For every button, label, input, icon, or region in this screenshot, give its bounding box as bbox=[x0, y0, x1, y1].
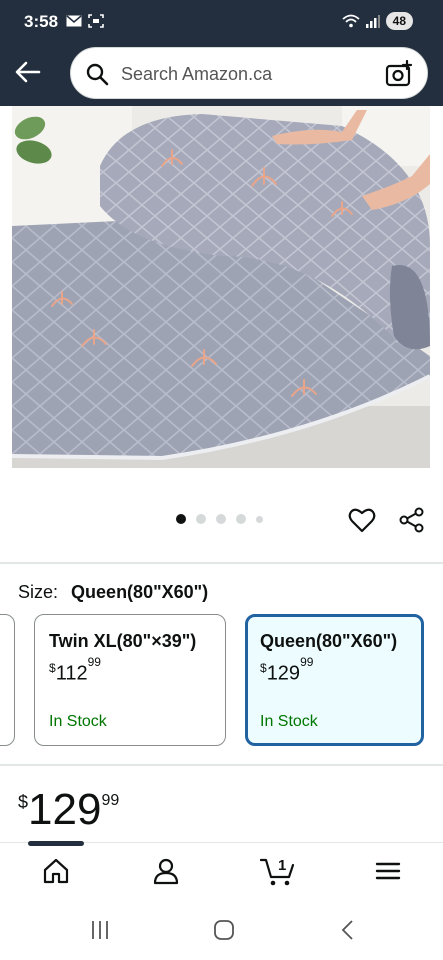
mail-icon bbox=[66, 15, 82, 27]
arrow-left-icon bbox=[15, 61, 41, 83]
chevron-left-icon bbox=[341, 920, 353, 940]
back-system-button[interactable] bbox=[336, 918, 360, 942]
size-option-queen-selected[interactable]: Queen(80"X60") $12999 In Stock bbox=[245, 614, 424, 746]
size-option-twin-xl[interactable]: Twin XL(80"×39") $11299 In Stock bbox=[34, 614, 226, 746]
image-carousel-dots bbox=[176, 514, 263, 524]
search-icon bbox=[86, 63, 109, 86]
size-selection-label: Size: Queen(80"X60") bbox=[18, 582, 208, 603]
product-image[interactable] bbox=[12, 106, 430, 468]
price-whole: 129 bbox=[28, 785, 102, 834]
search-placeholder: Search Amazon.ca bbox=[121, 64, 273, 84]
share-icon bbox=[399, 507, 424, 533]
price-whole: 129 bbox=[266, 662, 301, 685]
currency-symbol: $ bbox=[260, 660, 267, 675]
size-option-partial[interactable] bbox=[0, 614, 15, 746]
home-icon bbox=[43, 858, 69, 884]
size-label: Size: bbox=[18, 582, 59, 602]
price-fraction: 99 bbox=[101, 792, 120, 809]
nav-menu[interactable] bbox=[374, 857, 404, 887]
share-button[interactable] bbox=[398, 506, 426, 534]
carousel-dot[interactable] bbox=[196, 514, 206, 524]
status-bar: 3:58 48 bbox=[0, 0, 443, 44]
screenshot-icon bbox=[88, 14, 104, 28]
signal-icon bbox=[365, 14, 380, 28]
section-divider bbox=[0, 764, 443, 766]
person-icon bbox=[153, 858, 179, 885]
header: Search Amazon.ca bbox=[0, 44, 443, 106]
section-divider bbox=[0, 562, 443, 564]
heart-icon bbox=[348, 508, 376, 533]
stock-status: In Stock bbox=[49, 713, 107, 730]
size-option-price: $11299 bbox=[49, 655, 101, 686]
status-system-icons: 48 bbox=[342, 12, 413, 30]
nav-home[interactable] bbox=[42, 857, 72, 887]
price-fraction: 99 bbox=[300, 655, 314, 669]
bottom-navigation: 1 bbox=[0, 841, 443, 900]
price-currency: $ bbox=[18, 792, 29, 812]
size-option-title: Queen(80"X60") bbox=[260, 631, 398, 651]
system-navigation-bar bbox=[0, 900, 443, 960]
status-notification-icons bbox=[66, 14, 104, 28]
home-circle-icon bbox=[214, 920, 234, 940]
nav-account[interactable] bbox=[152, 857, 182, 887]
price-whole: 112 bbox=[55, 662, 88, 685]
add-to-list-button[interactable] bbox=[348, 506, 376, 534]
carousel-dot[interactable] bbox=[256, 515, 263, 523]
price-fraction: 99 bbox=[87, 655, 101, 669]
back-button[interactable] bbox=[14, 58, 44, 88]
search-input[interactable]: Search Amazon.ca bbox=[70, 47, 428, 99]
currency-symbol: $ bbox=[49, 660, 56, 675]
size-option-price: $12999 bbox=[260, 655, 313, 686]
carousel-dot[interactable] bbox=[216, 514, 226, 524]
battery-indicator: 48 bbox=[385, 12, 413, 30]
mattress-topper-photo bbox=[12, 106, 430, 468]
wifi-icon bbox=[342, 14, 360, 28]
carousel-dot-active[interactable] bbox=[176, 514, 186, 524]
recent-apps-button[interactable] bbox=[88, 918, 112, 942]
size-option-title: Twin XL(80"×39") bbox=[49, 631, 197, 651]
cart-count-badge: 1 bbox=[278, 857, 287, 874]
active-tab-indicator bbox=[28, 841, 84, 846]
hamburger-menu-icon bbox=[375, 862, 401, 880]
camera-search-icon[interactable] bbox=[385, 60, 413, 88]
stock-status: In Stock bbox=[260, 713, 318, 730]
product-price: $ 129 99 bbox=[18, 786, 119, 834]
recent-apps-icon bbox=[92, 921, 108, 939]
status-time: 3:58 bbox=[24, 12, 59, 31]
home-system-button[interactable] bbox=[212, 918, 236, 942]
selected-size-value: Queen(80"X60") bbox=[71, 582, 209, 602]
carousel-dot[interactable] bbox=[236, 514, 246, 524]
